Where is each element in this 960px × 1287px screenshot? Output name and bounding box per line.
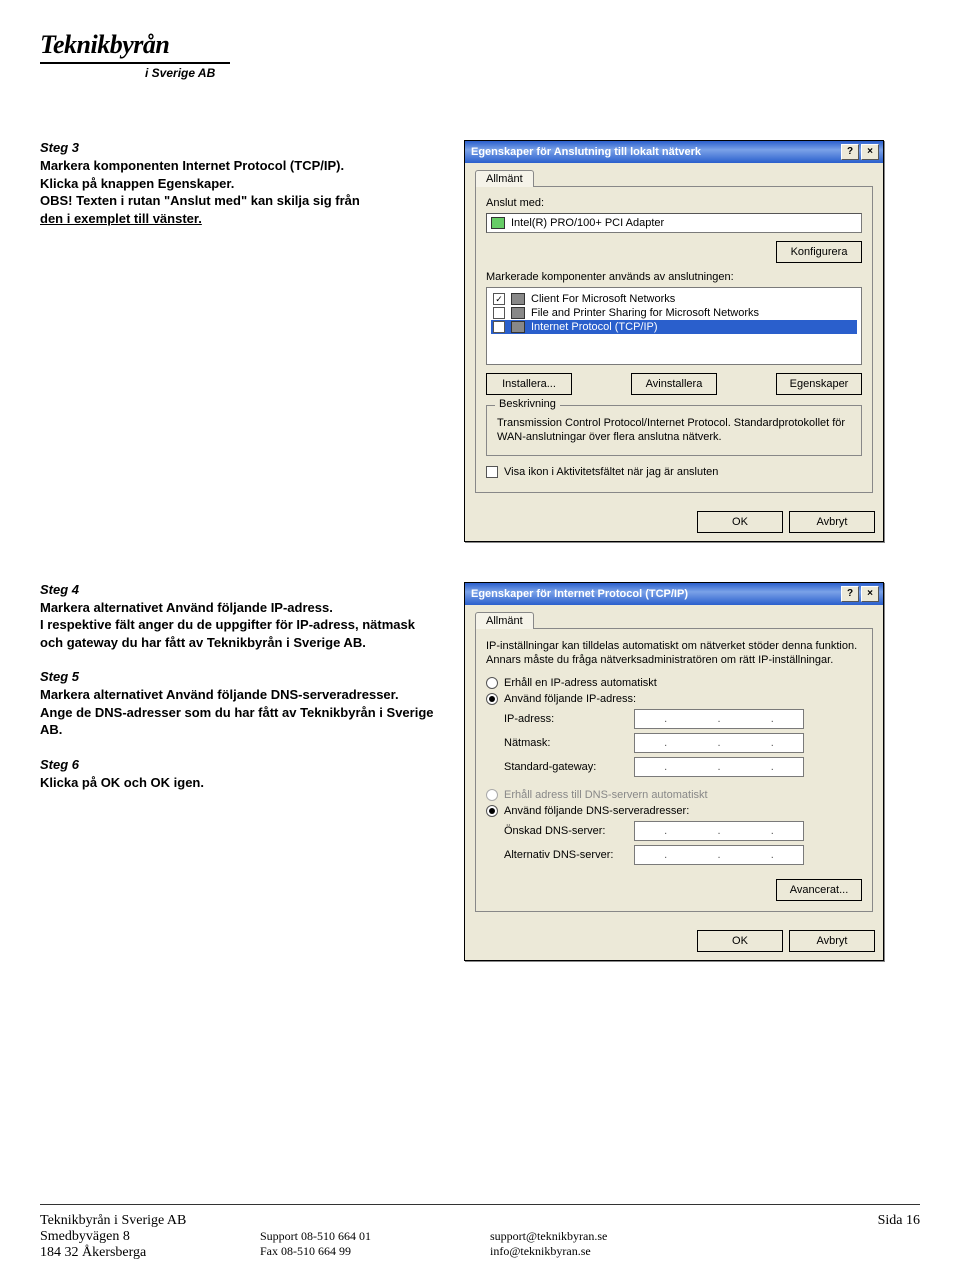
list-item-label: Client For Microsoft Networks	[531, 293, 675, 305]
netmask-label: Nätmask:	[504, 737, 634, 749]
checkbox-icon[interactable]	[493, 307, 505, 319]
radio-manual-ip[interactable]	[486, 693, 498, 705]
help-button[interactable]: ?	[841, 586, 859, 602]
footer-page-number: Sida 16	[720, 1213, 920, 1229]
list-item-label: File and Printer Sharing for Microsoft N…	[531, 307, 759, 319]
step-5: Steg 5 Markera alternativet Använd följa…	[40, 669, 440, 739]
step-3-title: Steg 3	[40, 140, 440, 155]
step-4: Steg 4 Markera alternativet Använd följa…	[40, 582, 440, 652]
step-4-line2: I respektive fält anger du de uppgifter …	[40, 616, 440, 651]
footer-addr1: Smedbyvägen 8	[40, 1229, 260, 1245]
close-button[interactable]: ×	[861, 144, 879, 160]
list-item[interactable]: File and Printer Sharing for Microsoft N…	[491, 306, 857, 320]
ip-address-label: IP-adress:	[504, 713, 634, 725]
gateway-label: Standard-gateway:	[504, 761, 634, 773]
list-item[interactable]: ✓ Client For Microsoft Networks	[491, 292, 857, 306]
step-3-line2: Klicka på knappen Egenskaper.	[40, 175, 440, 193]
lan-properties-dialog: Egenskaper för Anslutning till lokalt nä…	[464, 140, 884, 542]
dialog1-title: Egenskaper för Anslutning till lokalt nä…	[471, 146, 701, 158]
footer-email2: info@teknikbyran.se	[490, 1244, 720, 1259]
radio-auto-ip[interactable]	[486, 677, 498, 689]
page-footer: Teknikbyrån i Sverige AB Smedbyvägen 8 1…	[40, 1204, 920, 1261]
step-3-line4: den i exemplet till vänster.	[40, 210, 440, 228]
step-6: Steg 6 Klicka på OK och OK igen.	[40, 757, 440, 792]
properties-button[interactable]: Egenskaper	[776, 373, 862, 395]
dialog1-titlebar[interactable]: Egenskaper för Anslutning till lokalt nä…	[465, 141, 883, 163]
radio-manual-dns[interactable]	[486, 805, 498, 817]
gateway-field[interactable]: ...	[634, 757, 804, 777]
uninstall-button[interactable]: Avinstallera	[631, 373, 717, 395]
step-3-line3: OBS! Texten i rutan "Anslut med" kan ski…	[40, 192, 440, 210]
ok-button[interactable]: OK	[697, 930, 783, 952]
show-icon-label: Visa ikon i Aktivitetsfältet när jag är …	[504, 466, 718, 478]
dialog2-title: Egenskaper för Internet Protocol (TCP/IP…	[471, 588, 688, 600]
radio-auto-ip-label: Erhåll en IP-adress automatiskt	[504, 677, 657, 689]
footer-addr2: 184 32 Åkersberga	[40, 1245, 260, 1261]
alt-dns-field[interactable]: ...	[634, 845, 804, 865]
tab-general[interactable]: Allmänt	[475, 170, 534, 187]
help-button[interactable]: ?	[841, 144, 859, 160]
service-icon	[511, 293, 525, 305]
components-listbox[interactable]: ✓ Client For Microsoft Networks File and…	[486, 287, 862, 365]
footer-company: Teknikbyrån i Sverige AB	[40, 1213, 260, 1229]
step-4-line1: Markera alternativet Använd följande IP-…	[40, 599, 440, 617]
step-6-title: Steg 6	[40, 757, 440, 772]
step-3-line1: Markera komponenten Internet Protocol (T…	[40, 157, 440, 175]
logo-text: Teknikbyrån	[40, 30, 920, 60]
tab-general[interactable]: Allmänt	[475, 612, 534, 629]
show-icon-checkbox[interactable]	[486, 466, 498, 478]
footer-email1: support@teknikbyran.se	[490, 1229, 720, 1244]
alt-dns-label: Alternativ DNS-server:	[504, 849, 634, 861]
list-item-label: Internet Protocol (TCP/IP)	[531, 321, 658, 333]
ok-button[interactable]: OK	[697, 511, 783, 533]
footer-fax: Fax 08-510 664 99	[260, 1244, 490, 1259]
preferred-dns-field[interactable]: ...	[634, 821, 804, 841]
components-label: Markerade komponenter används av anslutn…	[486, 271, 862, 283]
radio-manual-dns-label: Använd följande DNS-serveradresser:	[504, 805, 689, 817]
radio-auto-dns-label: Erhåll adress till DNS-servern automatis…	[504, 789, 708, 801]
tcpip-intro: IP-inställningar kan tilldelas automatis…	[486, 639, 862, 668]
netmask-field[interactable]: ...	[634, 733, 804, 753]
logo-divider	[40, 62, 230, 64]
nic-icon	[491, 217, 505, 229]
advanced-button[interactable]: Avancerat...	[776, 879, 862, 901]
logo: Teknikbyrån i Sverige AB	[40, 30, 920, 80]
preferred-dns-label: Önskad DNS-server:	[504, 825, 634, 837]
configure-button[interactable]: Konfigurera	[776, 241, 862, 263]
step-5-line1: Markera alternativet Använd följande DNS…	[40, 686, 440, 704]
step-4-title: Steg 4	[40, 582, 440, 597]
list-item-selected[interactable]: ✓ Internet Protocol (TCP/IP)	[491, 320, 857, 334]
step-5-line2: Ange de DNS-adresser som du har fått av …	[40, 704, 440, 739]
logo-subtext: i Sverige AB	[40, 66, 920, 80]
checkbox-icon[interactable]: ✓	[493, 293, 505, 305]
radio-auto-dns	[486, 789, 498, 801]
footer-support: Support 08-510 664 01	[260, 1229, 490, 1244]
description-text: Transmission Control Protocol/Internet P…	[497, 416, 851, 445]
service-icon	[511, 307, 525, 319]
step-6-line1: Klicka på OK och OK igen.	[40, 774, 440, 792]
step-5-title: Steg 5	[40, 669, 440, 684]
install-button[interactable]: Installera...	[486, 373, 572, 395]
description-groupbox: Beskrivning Transmission Control Protoco…	[486, 405, 862, 456]
adapter-field: Intel(R) PRO/100+ PCI Adapter	[486, 213, 862, 233]
footer-divider	[40, 1204, 920, 1205]
checkbox-icon[interactable]: ✓	[493, 321, 505, 333]
adapter-name: Intel(R) PRO/100+ PCI Adapter	[511, 217, 664, 229]
ip-address-field[interactable]: ...	[634, 709, 804, 729]
service-icon	[511, 321, 525, 333]
cancel-button[interactable]: Avbryt	[789, 930, 875, 952]
cancel-button[interactable]: Avbryt	[789, 511, 875, 533]
step-3: Steg 3 Markera komponenten Internet Prot…	[40, 140, 440, 227]
tcpip-properties-dialog: Egenskaper för Internet Protocol (TCP/IP…	[464, 582, 884, 962]
dialog2-titlebar[interactable]: Egenskaper för Internet Protocol (TCP/IP…	[465, 583, 883, 605]
radio-manual-ip-label: Använd följande IP-adress:	[504, 693, 636, 705]
close-button[interactable]: ×	[861, 586, 879, 602]
description-title: Beskrivning	[495, 398, 560, 410]
connect-with-label: Anslut med:	[486, 197, 862, 209]
